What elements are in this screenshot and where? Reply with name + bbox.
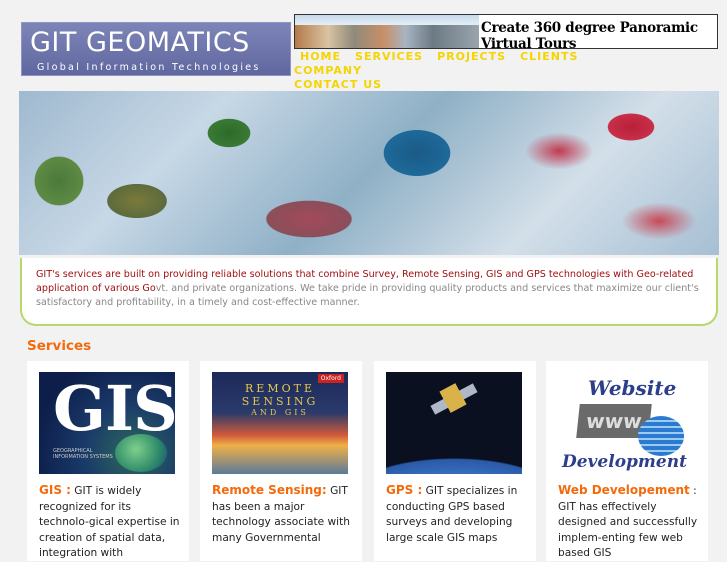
nav-services[interactable]: SERVICES (355, 50, 423, 64)
rs-image-line1: REMOTE (245, 382, 315, 395)
web-development-image[interactable]: Website www Development (558, 372, 694, 474)
remote-sensing-image[interactable]: Oxford REMOTE SENSING AND GIS (212, 372, 348, 474)
gps-heading-link[interactable]: GPS : (386, 483, 422, 497)
globe-icon (638, 416, 684, 456)
gis-description: GIS : GIT is widely recognized for its t… (39, 483, 183, 562)
logo-subtitle: Global Information Technologies (37, 62, 261, 73)
banner-text: Create 360 degree Panoramic Virtual Tour… (481, 20, 698, 49)
gps-satellite-image[interactable] (386, 372, 522, 474)
nav-home[interactable]: HOME (300, 50, 341, 64)
intro-panel: GIT's services are built on providing re… (20, 258, 718, 326)
intro-text: GIT's services are built on providing re… (36, 268, 706, 310)
service-card-gis: GIS GEOGRAPHICAL INFORMATION SYSTEMS GIS… (27, 361, 189, 561)
service-card-web-development: Website www Development Web Developement… (546, 361, 708, 561)
gis-image[interactable]: GIS GEOGRAPHICAL INFORMATION SYSTEMS (39, 372, 175, 474)
service-card-remote-sensing: Oxford REMOTE SENSING AND GIS Remote Sen… (200, 361, 362, 561)
nav-company[interactable]: COMPANY (294, 64, 362, 78)
web-development-description: Web Developement : GIT has effectively d… (558, 483, 702, 562)
gps-description: GPS : GIT specializes in conducting GPS … (386, 483, 530, 546)
banner-photo (295, 15, 479, 48)
gis-heading-link[interactable]: GIS : (39, 483, 71, 497)
remote-sensing-description: Remote Sensing: GIT has been a major tec… (212, 483, 356, 546)
main-nav: HOME SERVICES PROJECTS CLIENTS COMPANY CONTAC… (294, 50, 674, 92)
remote-sensing-heading-link[interactable]: Remote Sensing: (212, 483, 327, 497)
site-logo[interactable]: GIT GEOMATICS Global Information Technol… (21, 22, 291, 76)
service-card-gps: GPS : GIT specializes in conducting GPS … (374, 361, 536, 561)
services-heading: Services (27, 338, 92, 354)
web-development-heading-link[interactable]: Web Developement (558, 483, 690, 497)
hero-satellite-image (19, 91, 719, 255)
nav-contact-us[interactable]: CONTACT US (294, 78, 382, 92)
gis-image-title: GIS (53, 372, 175, 445)
logo-title: GIT GEOMATICS (30, 27, 250, 58)
globe-icon (115, 434, 167, 472)
rs-image-line3: AND GIS (251, 408, 309, 417)
virtual-tour-banner[interactable]: Create 360 degree Panoramic Virtual Tour… (294, 14, 718, 49)
web-image-bottom: Development (562, 452, 687, 472)
nav-clients[interactable]: CLIENTS (520, 50, 578, 64)
gis-image-subtitle: GEOGRAPHICAL INFORMATION SYSTEMS (53, 448, 113, 460)
nav-projects[interactable]: PROJECTS (437, 50, 506, 64)
web-image-top: Website (588, 376, 677, 400)
rs-image-line2: SENSING (241, 395, 319, 408)
